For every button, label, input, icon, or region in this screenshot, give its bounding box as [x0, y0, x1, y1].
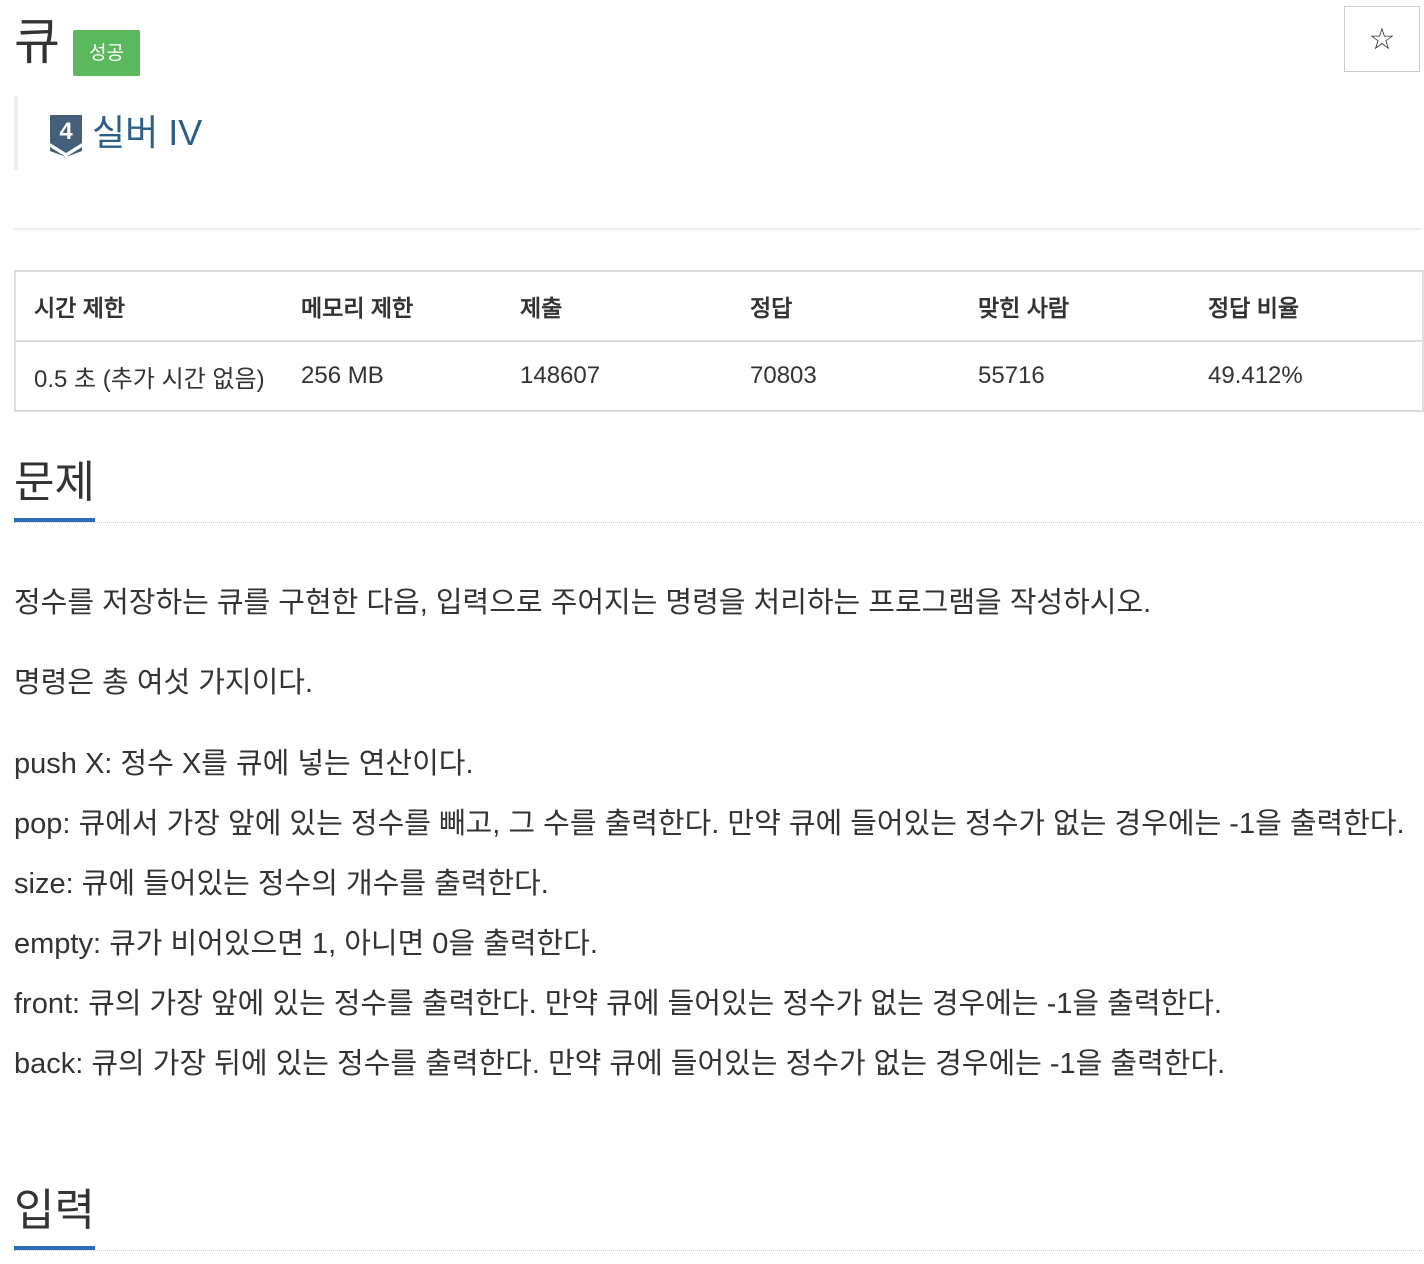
header-time-limit: 시간 제한: [15, 271, 283, 342]
command-list: push X: 정수 X를 큐에 넣는 연산이다. pop: 큐에서 가장 앞에…: [14, 734, 1409, 1094]
tier-label: 실버 IV: [92, 112, 203, 153]
list-item: front: 큐의 가장 앞에 있는 정수를 출력한다. 만약 큐에 들어있는 …: [14, 988, 1222, 1020]
problem-heading-text: 문제: [14, 452, 95, 522]
input-section-heading: 입력: [14, 1180, 1422, 1251]
list-item: size: 큐에 들어있는 정수의 개수를 출력한다.: [14, 868, 549, 900]
header-solved-users: 맞힌 사람: [960, 271, 1190, 342]
problem-title: 큐: [14, 13, 60, 71]
tier-number: 4: [59, 118, 73, 145]
header-accepted: 정답: [732, 271, 960, 342]
time-limit-value: 0.5 초 (추가 시간 없음): [34, 365, 265, 393]
header-memory-limit: 메모리 제한: [283, 271, 502, 342]
silver-tier-icon: 4: [50, 115, 82, 157]
accepted-value: 70803: [750, 362, 817, 389]
accept-ratio-value: 49.412%: [1208, 362, 1303, 389]
memory-limit-value: 256 MB: [301, 362, 384, 389]
input-heading-text: 입력: [14, 1180, 95, 1250]
problem-info-table: 시간 제한 메모리 제한 제출 정답 맞힌 사람 정답 비율 0.5 초 (추가…: [14, 270, 1424, 412]
list-item: pop: 큐에서 가장 앞에 있는 정수를 빼고, 그 수를 출력한다. 만약 …: [14, 808, 1405, 840]
tier-box: 4 실버 IV: [14, 96, 202, 170]
list-item: empty: 큐가 비어있으면 1, 아니면 0을 출력한다.: [14, 928, 598, 960]
submissions-value: 148607: [520, 362, 601, 389]
table-header-row: 시간 제한 메모리 제한 제출 정답 맞힌 사람 정답 비율: [15, 271, 1423, 342]
description-paragraph: 명령은 총 여섯 가지이다.: [14, 667, 314, 699]
solved-users-value: 55716: [978, 362, 1045, 389]
problem-section-heading: 문제: [14, 452, 1422, 523]
table-row: 0.5 초 (추가 시간 없음) 256 MB 148607 70803 557…: [15, 341, 1423, 411]
header-accept-ratio: 정답 비율: [1190, 271, 1423, 342]
header-divider: [14, 228, 1422, 230]
list-item: push X: 정수 X를 큐에 넣는 연산이다.: [14, 748, 474, 780]
star-button[interactable]: ☆: [1344, 6, 1420, 72]
header-submissions: 제출: [502, 271, 732, 342]
status-badge: 성공: [73, 30, 140, 76]
star-icon: ☆: [1368, 21, 1396, 57]
list-item: back: 큐의 가장 뒤에 있는 정수를 출력한다. 만약 큐에 들어있는 정…: [14, 1048, 1226, 1080]
title-row: 큐 성공: [14, 14, 140, 78]
description-paragraph: 정수를 저장하는 큐를 구현한 다음, 입력으로 주어지는 명령을 처리하는 프…: [14, 587, 1152, 619]
